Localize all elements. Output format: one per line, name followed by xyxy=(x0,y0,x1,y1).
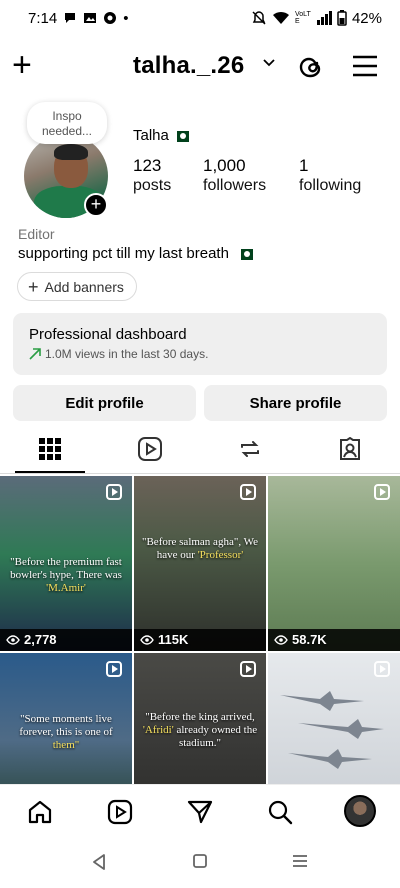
dashboard-subtitle-row: 1.0M views in the last 30 days. xyxy=(29,347,371,361)
pakistan-flag-icon xyxy=(236,248,253,260)
tab-reposts[interactable] xyxy=(235,434,265,464)
profile-header: + talha._.26 xyxy=(0,44,400,90)
stat-following[interactable]: 1 following xyxy=(299,156,361,196)
share-profile-button[interactable]: Share profile xyxy=(204,385,387,421)
grid-post[interactable]: "Before the king arrived, 'Afridi' alrea… xyxy=(134,653,266,784)
jet-silhouette-icon xyxy=(280,691,384,769)
send-icon xyxy=(187,800,213,824)
battery-icon xyxy=(337,10,347,26)
tab-tagged[interactable] xyxy=(335,434,365,464)
reels-icon xyxy=(107,799,133,825)
post-views: 58.7K xyxy=(274,632,327,647)
status-time: 7:14 xyxy=(28,9,58,27)
profile-bio-row: supporting pct till my last breath xyxy=(18,245,253,262)
post-caption: "Before the king arrived, 'Afridi' alrea… xyxy=(142,711,258,749)
trending-up-icon xyxy=(29,348,41,360)
stat-label: posts xyxy=(133,177,172,194)
post-thumbnail xyxy=(134,476,266,651)
grid-post[interactable]: "Before salman agha", We have our 'Profe… xyxy=(134,476,266,651)
grid-icon xyxy=(39,438,61,460)
chat-bubble-icon xyxy=(65,13,76,23)
pakistan-flag-icon xyxy=(172,130,189,142)
eye-icon xyxy=(6,634,20,645)
dashboard-title: Professional dashboard xyxy=(29,326,187,343)
edit-profile-button[interactable]: Edit profile xyxy=(13,385,196,421)
stat-value: 1,000 xyxy=(203,156,246,175)
nav-search[interactable] xyxy=(266,798,294,826)
threads-icon[interactable] xyxy=(298,54,324,80)
stat-label: following xyxy=(299,177,362,194)
recents-icon[interactable] xyxy=(292,854,308,868)
add-story-plus-icon[interactable]: + xyxy=(84,193,108,217)
reel-indicator-icon xyxy=(240,484,256,500)
reel-indicator-icon xyxy=(106,661,122,677)
grid-post[interactable]: "Some moments live forever, this is one … xyxy=(0,653,132,784)
repost-icon xyxy=(241,441,259,457)
back-icon[interactable] xyxy=(92,854,106,870)
plus-icon: + xyxy=(28,276,39,297)
status-bar: 7:14 • VoLTE 42% xyxy=(0,0,400,36)
mute-icon xyxy=(252,11,266,25)
profile-tabs xyxy=(0,430,400,474)
stat-value: 123 xyxy=(133,156,162,175)
stat-label: followers xyxy=(203,177,267,194)
volte-label: VoLTE xyxy=(294,11,311,25)
create-plus-icon[interactable]: + xyxy=(12,48,32,82)
reel-indicator-icon xyxy=(240,661,256,677)
tab-grid[interactable] xyxy=(35,434,65,464)
nav-profile-avatar[interactable] xyxy=(344,795,376,827)
reels-icon xyxy=(138,437,162,461)
chevron-down-icon[interactable] xyxy=(263,58,275,68)
post-thumbnail xyxy=(268,476,400,651)
menu-hamburger-icon[interactable] xyxy=(352,55,378,77)
reel-indicator-icon xyxy=(374,661,390,677)
bottom-navigation xyxy=(0,784,400,836)
tagged-person-icon xyxy=(340,437,360,460)
profile-name: Talha xyxy=(133,127,169,144)
grid-post[interactable]: "Before the premium fast bowler's hype, … xyxy=(0,476,132,651)
avatar-hair xyxy=(54,144,88,160)
eye-icon xyxy=(274,634,288,645)
status-dot: • xyxy=(123,9,129,27)
profile-category: Editor xyxy=(18,226,55,242)
post-caption: "Before salman agha", We have our 'Profe… xyxy=(141,536,258,561)
active-tab-indicator xyxy=(15,471,85,473)
home-square-icon[interactable] xyxy=(193,854,207,868)
stat-followers[interactable]: 1,000 followers xyxy=(203,156,266,196)
gallery-icon xyxy=(84,13,97,23)
post-caption: "Some moments live forever, this is one … xyxy=(19,713,113,751)
username-switcher[interactable]: talha._.26 xyxy=(133,52,244,80)
nav-home[interactable] xyxy=(26,798,54,826)
system-navigation xyxy=(0,842,400,888)
eye-icon xyxy=(140,634,154,645)
add-banners-button[interactable]: + Add banners xyxy=(17,272,137,301)
stat-value: 1 xyxy=(299,156,309,175)
grid-post[interactable] xyxy=(268,653,400,784)
professional-dashboard[interactable]: Professional dashboard 1.0M views in the… xyxy=(13,313,387,375)
nav-reels[interactable] xyxy=(106,798,134,826)
add-banners-label: Add banners xyxy=(44,278,124,295)
search-icon xyxy=(268,800,293,825)
wifi-icon xyxy=(272,11,289,24)
profile-bio: supporting pct till my last breath xyxy=(18,245,229,262)
post-views: 115K xyxy=(140,632,188,647)
tab-reels[interactable] xyxy=(135,434,165,464)
threads-status-icon xyxy=(104,12,117,24)
stat-posts[interactable]: 123 posts xyxy=(133,156,171,196)
nav-direct[interactable] xyxy=(186,798,214,826)
note-bubble[interactable]: Inspo needed... xyxy=(27,102,107,144)
post-caption: "Before the premium fast bowler's hype, … xyxy=(10,556,122,594)
signal-icon xyxy=(316,11,332,25)
post-views: 2,778 xyxy=(6,632,57,647)
reel-indicator-icon xyxy=(374,484,390,500)
home-icon xyxy=(28,800,52,824)
battery-percent: 42% xyxy=(351,9,382,27)
dashboard-subtitle: 1.0M views in the last 30 days. xyxy=(45,347,209,361)
profile-name-row: Talha xyxy=(133,127,189,144)
posts-grid: "Before the premium fast bowler's hype, … xyxy=(0,476,400,784)
reel-indicator-icon xyxy=(106,484,122,500)
grid-post[interactable]: 58.7K xyxy=(268,476,400,651)
